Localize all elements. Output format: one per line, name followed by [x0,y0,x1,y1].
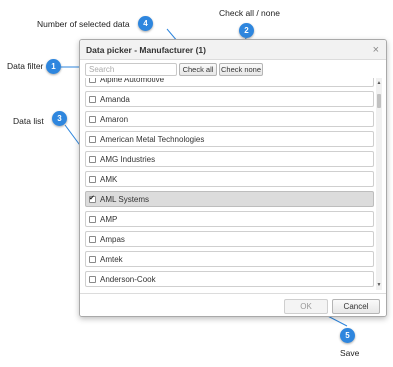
dialog-title: Data picker - Manufacturer (1) [86,45,206,55]
list-item[interactable]: AMG Industries [85,151,374,167]
callout-check-all-none: Check all / none [219,8,280,18]
list-item-label: AMK [100,174,118,184]
checkbox[interactable] [89,215,96,223]
checkbox[interactable] [89,275,96,283]
close-icon[interactable]: × [373,43,379,57]
checkbox[interactable] [89,255,96,263]
checkbox[interactable] [89,135,96,143]
checkbox[interactable] [89,194,96,203]
checkbox[interactable] [89,95,96,103]
list-item[interactable]: Anderson-Cook [85,271,374,287]
list-item-label: AML Systems [100,194,150,204]
list-item[interactable]: Amanda [85,91,374,107]
dialog-footer: OK Cancel [80,293,386,316]
checkbox[interactable] [89,115,96,123]
badge-3: 3 [52,111,67,126]
list-item-label: AMP [100,214,118,224]
list-item[interactable]: American Metal Technologies [85,131,374,147]
badge-2: 2 [239,23,254,38]
list-item[interactable]: Ampas [85,231,374,247]
list-item-label: AMG Industries [100,154,156,164]
list-item[interactable]: AMK [85,171,374,187]
data-picker-dialog: Data picker - Manufacturer (1) × Check a… [79,39,387,317]
list-item[interactable]: Amtek [85,251,374,267]
scroll-down-arrow-icon[interactable]: ▼ [376,282,382,288]
data-list-items: Alpine Automotive Amanda Amaron American Me… [85,78,374,290]
search-input[interactable] [85,63,177,76]
check-none-button[interactable]: Check none [219,63,263,76]
list-item-label: Anderson-Cook [100,274,156,284]
list-item-label: Ampas [100,234,125,244]
ok-button[interactable]: OK [284,299,328,314]
scrollbar-thumb[interactable] [377,94,381,108]
badge-1: 1 [46,59,61,74]
list-item-label: Alpine Automotive [100,78,165,84]
list-item[interactable]: AML Systems [85,191,374,207]
callout-data-list: Data list [13,116,44,126]
checkbox[interactable] [89,235,96,243]
list-item-label: Amtek [100,254,123,264]
scroll-up-arrow-icon[interactable]: ▲ [376,80,382,86]
callout-number-of-selected-data: Number of selected data [37,19,130,29]
checkbox[interactable] [89,155,96,163]
callout-data-filter: Data filter [7,61,44,71]
cancel-button[interactable]: Cancel [332,299,380,314]
list-item-label: Amanda [100,94,130,104]
badge-5: 5 [340,328,355,343]
list-item[interactable]: Amaron [85,111,374,127]
callout-save: Save [340,348,360,358]
dialog-titlebar[interactable]: Data picker - Manufacturer (1) × [80,40,386,60]
list-item-label: Amaron [100,114,129,124]
data-list: Alpine Automotive Amanda Amaron American Me… [85,78,382,290]
list-item-label: American Metal Technologies [100,134,205,144]
checkbox[interactable] [89,78,96,83]
badge-4: 4 [138,16,153,31]
check-all-button[interactable]: Check all [179,63,217,76]
list-scrollbar[interactable]: ▲ ▼ [376,78,382,290]
list-item[interactable]: Alpine Automotive [85,78,374,87]
list-item[interactable]: AMP [85,211,374,227]
checkbox[interactable] [89,175,96,183]
